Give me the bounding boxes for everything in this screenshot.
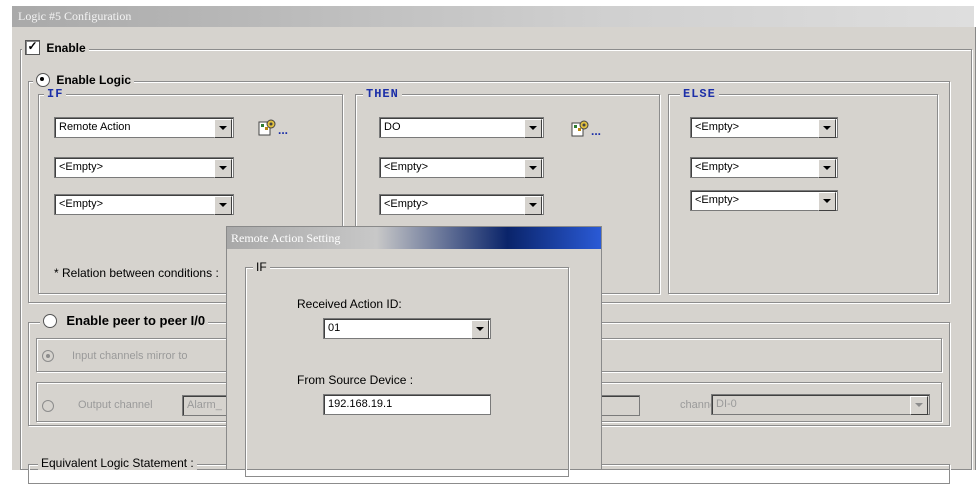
if-condition-3-select[interactable]: <Empty> (54, 194, 234, 215)
output-channel-value: Alarm_ (187, 399, 222, 411)
else-action-2-value: <Empty> (695, 161, 740, 173)
enable-label: Enable (46, 40, 86, 55)
else-action-2-select[interactable]: <Empty> (690, 157, 838, 178)
chevron-down-icon[interactable] (214, 159, 232, 178)
settings-icon (571, 120, 589, 137)
peer-label: Enable peer to peer I/0 (66, 313, 206, 329)
enable-logic-radio-row[interactable]: Enable Logic (33, 72, 135, 87)
source-device-label: From Source Device : (297, 373, 414, 387)
chevron-down-icon[interactable] (471, 320, 489, 339)
chevron-down-icon[interactable] (910, 396, 928, 415)
source-device-value: 192.168.19.1 (328, 398, 393, 410)
then-settings-button[interactable]: ... (570, 119, 602, 141)
chevron-down-icon[interactable] (818, 192, 836, 211)
input-mirror-radio[interactable] (42, 350, 54, 362)
chevron-down-icon[interactable] (524, 196, 542, 215)
peer-radio-row[interactable]: Enable peer to peer I/0 (40, 313, 209, 329)
if-condition-2-value: <Empty> (59, 161, 104, 173)
relation-label: * Relation between conditions : (54, 266, 219, 280)
enable-logic-label: Enable Logic (56, 72, 132, 87)
chevron-down-icon[interactable] (524, 159, 542, 178)
action-id-value: 01 (328, 322, 341, 334)
window-title: Logic #5 Configuration (18, 9, 132, 23)
output-channel-label: Output channel (78, 399, 153, 411)
dialog-title: Remote Action Setting (231, 231, 341, 245)
then-action-2-select[interactable]: <Empty> (379, 157, 544, 178)
enable-logic-radio[interactable] (36, 72, 50, 87)
channel-select[interactable]: DI-0 (711, 394, 930, 415)
then-action-1-value: DO (384, 121, 401, 133)
then-action-1-select[interactable]: DO (379, 117, 544, 138)
dialog-if-legend: IF (253, 260, 270, 274)
chevron-down-icon[interactable] (818, 159, 836, 178)
action-id-label: Received Action ID: (297, 297, 402, 311)
chevron-down-icon[interactable] (524, 119, 542, 138)
output-extra-field[interactable] (600, 395, 640, 416)
chevron-down-icon[interactable] (818, 119, 836, 138)
dialog-title-bar[interactable]: Remote Action Setting (227, 227, 601, 249)
then-settings-ellipsis: ... (591, 124, 602, 138)
if-settings-button[interactable]: ... (257, 118, 289, 140)
else-action-1-value: <Empty> (695, 121, 740, 133)
equivalent-label: Equivalent Logic Statement : (38, 456, 197, 470)
else-action-3-select[interactable]: <Empty> (690, 190, 838, 211)
if-legend: IF (44, 87, 67, 101)
action-id-select[interactable]: 01 (323, 318, 491, 339)
peer-radio[interactable] (43, 313, 57, 328)
else-legend: ELSE (680, 87, 719, 101)
if-condition-1-select[interactable]: Remote Action (54, 117, 234, 138)
channel-value: DI-0 (716, 398, 737, 410)
remote-action-dialog: Remote Action Setting IF Received Action… (226, 226, 602, 477)
enable-checkbox-row[interactable]: ✓ Enable (22, 40, 89, 56)
output-channel-field[interactable]: Alarm_ (182, 395, 232, 416)
dialog-if-group (245, 267, 569, 477)
window-title-bar: Logic #5 Configuration (12, 6, 974, 27)
input-mirror-label: Input channels mirror to (72, 350, 188, 362)
settings-icon (258, 119, 276, 136)
else-action-3-value: <Empty> (695, 194, 740, 206)
then-action-3-value: <Empty> (384, 198, 429, 210)
then-action-2-value: <Empty> (384, 161, 429, 173)
then-action-3-select[interactable]: <Empty> (379, 194, 544, 215)
if-condition-2-select[interactable]: <Empty> (54, 157, 234, 178)
enable-checkbox[interactable]: ✓ (25, 40, 40, 56)
if-condition-3-value: <Empty> (59, 198, 104, 210)
chevron-down-icon[interactable] (214, 196, 232, 215)
if-condition-1-value: Remote Action (59, 121, 131, 133)
then-legend: THEN (363, 87, 402, 101)
else-action-1-select[interactable]: <Empty> (690, 117, 838, 138)
chevron-down-icon[interactable] (214, 119, 232, 138)
source-device-field[interactable]: 192.168.19.1 (323, 394, 491, 415)
if-settings-ellipsis: ... (278, 123, 289, 137)
output-channel-radio[interactable] (42, 400, 54, 412)
